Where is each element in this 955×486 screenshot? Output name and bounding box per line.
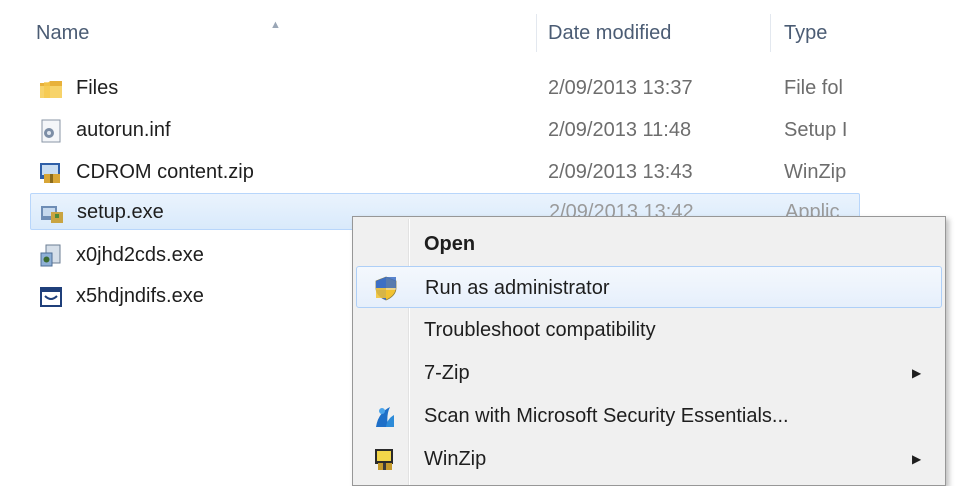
menu-item-label: 7-Zip — [424, 362, 470, 384]
column-divider[interactable] — [536, 14, 537, 52]
list-item-cdrom-zip[interactable]: CDROM content.zip 2/09/2013 13:43 WinZip — [30, 154, 860, 191]
list-item-autorun[interactable]: autorun.inf 2/09/2013 11:48 Setup I — [30, 112, 860, 149]
winzip-file-icon — [40, 163, 60, 183]
setup-exe-icon — [41, 206, 63, 223]
type-column-header[interactable]: Type — [784, 14, 827, 52]
menu-item-open[interactable]: Open — [356, 223, 942, 265]
menu-item-scan-security-essentials[interactable]: Scan with Microsoft Security Essentials.… — [356, 395, 942, 437]
submenu-arrow-icon: ▶ — [912, 452, 922, 466]
column-header-bar: Name ▲ Date modified Type — [0, 14, 860, 52]
menu-item-label: WinZip — [424, 448, 487, 470]
file-date: 2/09/2013 11:48 — [548, 119, 692, 141]
menu-item-run-as-administrator[interactable]: Run as administrator — [356, 266, 942, 308]
exe-icon — [40, 244, 61, 267]
file-name: x0jhd2cds.exe — [76, 244, 204, 266]
file-type: File fol — [784, 77, 843, 99]
menu-item-label: Scan with Microsoft Security Essentials.… — [424, 405, 789, 427]
file-name: setup.exe — [77, 201, 164, 223]
column-divider[interactable] — [770, 14, 771, 52]
name-column-header[interactable]: Name — [36, 14, 89, 52]
date-modified-column-header[interactable]: Date modified — [548, 14, 671, 52]
menu-item-winzip[interactable]: WinZip ▶ — [356, 438, 942, 480]
menu-item-7zip[interactable]: 7-Zip ▶ — [356, 352, 942, 394]
file-date: 2/09/2013 13:43 — [548, 161, 693, 183]
menu-item-troubleshoot-compatibility[interactable]: Troubleshoot compatibility — [356, 309, 942, 351]
context-menu: Open Run as administrator Troubleshoot c… — [352, 216, 946, 486]
file-type: Setup I — [784, 119, 848, 141]
menu-item-label: Troubleshoot compatibility — [424, 319, 656, 341]
sort-ascending-icon: ▲ — [270, 19, 281, 31]
file-name: CDROM content.zip — [76, 161, 254, 183]
security-essentials-icon — [376, 407, 394, 427]
file-type: WinZip — [784, 161, 847, 183]
list-item-files[interactable]: Files 2/09/2013 13:37 File fol — [30, 70, 860, 107]
file-name: Files — [76, 77, 119, 99]
exe-window-icon — [40, 287, 62, 307]
uac-shield-icon — [375, 276, 397, 301]
menu-item-label: Open — [424, 233, 476, 255]
winzip-icon — [375, 449, 393, 470]
setup-info-file-icon — [41, 119, 61, 143]
folder-icon — [40, 81, 62, 98]
submenu-arrow-icon: ▶ — [912, 366, 922, 380]
file-name: autorun.inf — [76, 119, 171, 141]
file-name: x5hdjndifs.exe — [76, 285, 204, 307]
menu-item-label: Run as administrator — [425, 277, 610, 299]
file-date: 2/09/2013 13:37 — [548, 77, 693, 99]
